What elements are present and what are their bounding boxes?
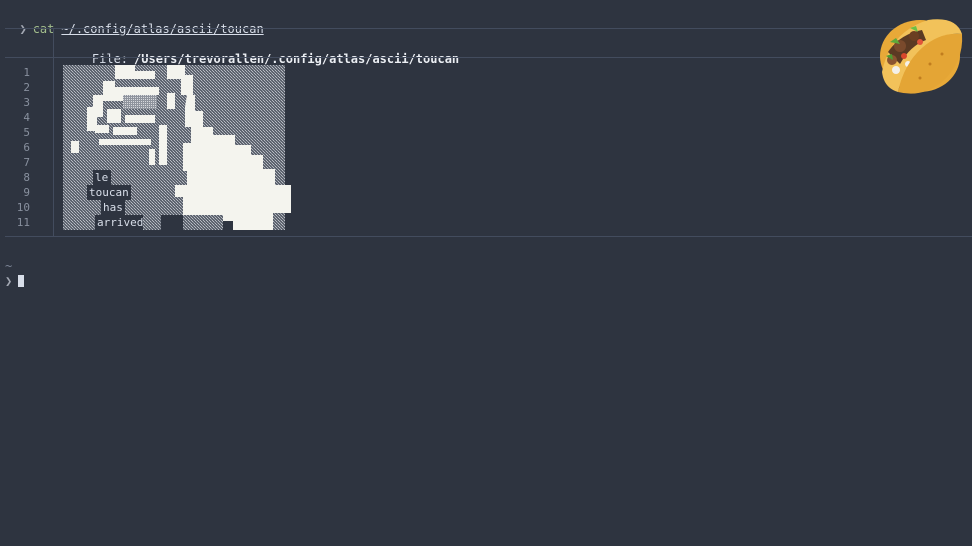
prompt-chevron: ❯ <box>19 22 27 36</box>
line-number: 3 <box>23 96 30 109</box>
toucan-ascii-image <box>63 65 291 230</box>
command-argument-path[interactable]: ~/.config/atlas/ascii/toucan <box>61 22 263 36</box>
line-number-gutter: 1 2 3 4 5 6 7 8 9 10 11 <box>0 65 30 230</box>
cwd-tilde: ~ <box>5 259 13 273</box>
line-number: 10 <box>16 201 30 214</box>
line-number: 11 <box>16 216 30 229</box>
art-text-arrived: arrived <box>97 216 144 229</box>
content-gutter-divider <box>53 58 54 236</box>
taco-icon <box>870 12 966 98</box>
line-number: 7 <box>23 156 30 169</box>
art-text-has: has <box>103 201 123 214</box>
art-text-toucan: toucan <box>89 186 129 199</box>
file-path: /Users/trevorallen/.config/atlas/ascii/t… <box>134 52 460 66</box>
line-number: 9 <box>23 186 30 199</box>
bottom-divider <box>5 236 972 237</box>
command-line: ❯ cat ~/.config/atlas/ascii/toucan <box>5 5 263 36</box>
line-number: 8 <box>23 171 30 184</box>
line-number: 4 <box>23 111 30 124</box>
prompt-chevron-active: ❯ <box>5 274 13 288</box>
art-text-le: le <box>95 171 109 184</box>
file-label: File: <box>91 52 129 66</box>
ascii-toucan-art: le toucan has arrived <box>63 65 293 230</box>
line-number: 5 <box>23 126 30 139</box>
header-gutter-divider <box>53 28 54 58</box>
line-number: 1 <box>23 66 30 79</box>
line-number: 2 <box>23 81 30 94</box>
top-divider <box>5 28 972 29</box>
header-divider <box>5 57 972 58</box>
line-number: 6 <box>23 141 30 154</box>
terminal-cursor[interactable] <box>18 275 24 287</box>
command-name: cat <box>32 22 55 36</box>
